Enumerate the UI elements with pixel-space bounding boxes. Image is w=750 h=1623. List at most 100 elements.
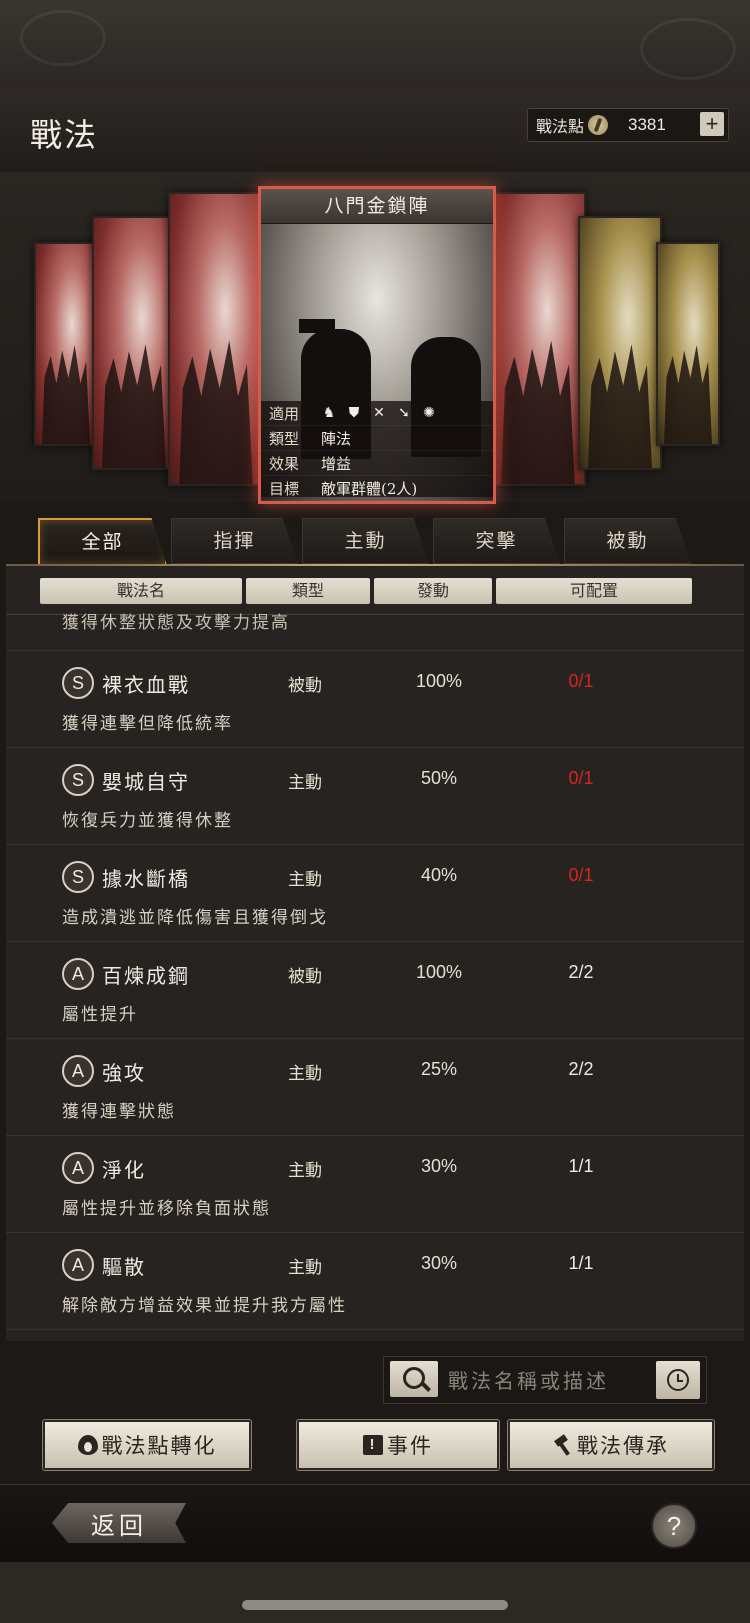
tactic-rows: 獲得休整狀態及攻擊力提高 S 裸衣血戰 被動 100% 0/1 獲得連擊但降低統率 S 嬰城自…: [6, 613, 744, 1330]
search-input[interactable]: [446, 1365, 646, 1397]
inherit-tactic-button[interactable]: 戰法傳承: [508, 1420, 714, 1470]
grade-badge: S: [62, 764, 94, 796]
info-value: 敵軍群體(2人): [321, 479, 418, 498]
tactic-name: 強攻: [102, 1061, 146, 1085]
wheel-icon: ✺: [423, 405, 435, 421]
inherit-label: 戰法傳承: [577, 1434, 669, 1458]
quill-coin-icon: [588, 115, 609, 135]
tactic-description: 屬性提升: [62, 1005, 138, 1025]
header-name[interactable]: 戰法名: [40, 578, 242, 604]
search-icon: [403, 1367, 425, 1389]
add-points-button[interactable]: +: [700, 112, 724, 136]
alert-scroll-icon: [363, 1435, 383, 1455]
tactic-card[interactable]: [168, 192, 264, 486]
tab-command[interactable]: 指揮: [171, 518, 298, 564]
tactic-row[interactable]: A 百煉成鋼 被動 100% 2/2 屬性提升: [6, 942, 744, 1039]
tactic-points-box: 戰法點 3381 +: [527, 108, 729, 142]
tactic-type: 被動: [288, 676, 322, 696]
tactic-info-panel: 適用 ♞ ⛊ ✕ ➘ ✺ 類型 陣法 效果 增益 目標 敵軍群體(2人): [261, 401, 493, 501]
header-available[interactable]: 可配置: [496, 578, 692, 604]
info-row-effect: 效果 增益: [261, 451, 493, 476]
title-bar: 戰法 戰法點 3381 +: [0, 88, 750, 174]
crossed-weapons-icon: ✕: [373, 405, 385, 421]
cloud-ornament: [20, 10, 106, 66]
grade-badge: S: [62, 861, 94, 893]
page-title: 戰法: [30, 116, 99, 154]
header-type[interactable]: 類型: [246, 578, 370, 604]
tactic-rate: 40%: [420, 865, 458, 885]
info-value: 增益: [321, 454, 352, 473]
home-indicator[interactable]: [242, 1600, 508, 1610]
info-row-applicable: 適用 ♞ ⛊ ✕ ➘ ✺: [261, 401, 493, 426]
spear-icon: ➘: [398, 405, 410, 421]
tactic-type: 主動: [288, 870, 322, 890]
tactic-rate: 30%: [420, 1253, 458, 1273]
bottom-bar: 返回 ?: [0, 1484, 750, 1563]
tab-active[interactable]: 主動: [302, 518, 429, 564]
tactic-name: 百煉成鋼: [102, 964, 190, 988]
tab-assault[interactable]: 突擊: [433, 518, 560, 564]
tactic-name: 據水斷橋: [102, 867, 190, 891]
info-key: 效果: [269, 454, 300, 473]
tactic-type: 主動: [288, 1161, 322, 1181]
tactic-available: 0/1: [568, 768, 594, 788]
tactic-description: 獲得連擊但降低統率: [62, 714, 233, 734]
cavalry-icon: ♞: [322, 405, 336, 421]
points-label: 戰法點: [536, 117, 585, 136]
tactic-row[interactable]: A 強攻 主動 25% 2/2 獲得連擊狀態: [6, 1039, 744, 1136]
filter-tabs: 全部 指揮 主動 突擊 被動: [38, 518, 698, 566]
help-button[interactable]: ?: [651, 1503, 697, 1549]
tactic-description: 造成潰逃並降低傷害且獲得倒戈: [62, 908, 328, 928]
tactic-card[interactable]: [92, 216, 176, 470]
tactic-description: 獲得連擊狀態: [62, 1102, 176, 1122]
hammer-icon: [553, 1435, 573, 1455]
tactic-description: 恢復兵力並獲得休整: [62, 811, 233, 831]
tactic-card[interactable]: [34, 242, 98, 446]
top-decoration: [0, 0, 750, 88]
column-headers: 戰法名 類型 發動 可配置: [40, 578, 692, 604]
tactic-list[interactable]: 戰法名 類型 發動 可配置 獲得休整狀態及攻擊力提高 S 裸衣血戰 被動 100% 0/…: [6, 566, 744, 1341]
events-button[interactable]: 事件: [297, 1420, 499, 1470]
tactic-type: 主動: [288, 1258, 322, 1278]
tactic-row[interactable]: S 裸衣血戰 被動 100% 0/1 獲得連擊但降低統率: [6, 651, 744, 748]
tactic-card[interactable]: [490, 192, 586, 486]
tactic-available: 1/1: [568, 1156, 594, 1176]
grade-badge: A: [62, 958, 94, 990]
tactic-type: 主動: [288, 1064, 322, 1084]
clock-icon: [667, 1369, 689, 1391]
convert-label: 戰法點轉化: [101, 1434, 217, 1458]
tactic-available: 1/1: [568, 1253, 594, 1273]
tactic-row[interactable]: A 淨化 主動 30% 1/1 屬性提升並移除負面狀態: [6, 1136, 744, 1233]
tab-passive[interactable]: 被動: [564, 518, 691, 564]
header-trigger[interactable]: 發動: [374, 578, 492, 604]
tactic-name: 裸衣血戰: [102, 673, 190, 697]
tactic-rate: 100%: [415, 962, 463, 982]
tab-all[interactable]: 全部: [38, 518, 167, 566]
grade-badge: A: [62, 1055, 94, 1087]
tactic-name: 驅散: [102, 1255, 146, 1279]
search-button[interactable]: [390, 1361, 438, 1397]
convert-points-button[interactable]: 戰法點轉化: [43, 1420, 251, 1470]
tactic-description: 屬性提升並移除負面狀態: [62, 1199, 271, 1219]
tactic-row[interactable]: S 嬰城自守 主動 50% 0/1 恢復兵力並獲得休整: [6, 748, 744, 845]
tactic-name: 淨化: [102, 1158, 146, 1182]
grade-badge: A: [62, 1249, 94, 1281]
shield-icon: ⛊: [348, 405, 360, 421]
tactic-available: 2/2: [568, 1059, 594, 1079]
partial-row[interactable]: 獲得休整狀態及攻擊力提高: [6, 613, 744, 651]
history-button[interactable]: [656, 1361, 700, 1399]
grade-badge: S: [62, 667, 94, 699]
tactic-type: 被動: [288, 967, 322, 987]
tactic-card[interactable]: [656, 242, 720, 446]
tactic-row[interactable]: S 據水斷橋 主動 40% 0/1 造成潰逃並降低傷害且獲得倒戈: [6, 845, 744, 942]
search-bar: [383, 1356, 707, 1404]
tactic-row[interactable]: A 驅散 主動 30% 1/1 解除敵方增益效果並提升我方屬性: [6, 1233, 744, 1330]
back-button[interactable]: 返回: [52, 1503, 186, 1543]
cloud-ornament: [640, 18, 736, 80]
tactic-name: 嬰城自守: [102, 770, 190, 794]
featured-tactic-card[interactable]: 八門金鎖陣 適用 ♞ ⛊ ✕ ➘ ✺ 類型 陣法 效果 增益 目標 敵軍群體(2…: [258, 186, 496, 504]
info-key: 適用: [269, 404, 300, 423]
info-key: 目標: [269, 479, 300, 498]
tactic-available: 2/2: [568, 962, 594, 982]
tactic-card[interactable]: [578, 216, 662, 470]
